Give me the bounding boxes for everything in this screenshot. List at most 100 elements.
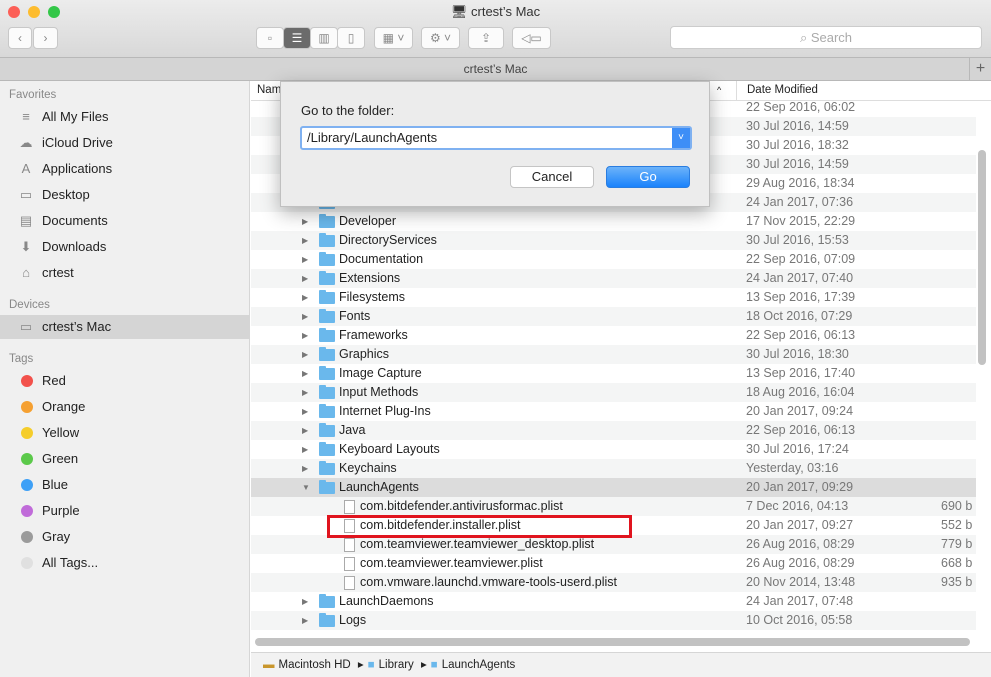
sidebar-item-desktop[interactable]: ▭ Desktop — [0, 183, 250, 207]
folder-icon — [319, 271, 335, 285]
sidebar-item-icloud-drive[interactable]: ☁ iCloud Drive — [0, 131, 250, 155]
folder-row[interactable]: ▶ Documentation 22 Sep 2016, 07:09 — [251, 250, 976, 269]
folder-row[interactable]: ▶ Internet Plug-Ins 20 Jan 2017, 09:24 — [251, 402, 976, 421]
row-date: Yesterday, 03:16 — [746, 461, 839, 475]
disclosure-closed-icon[interactable]: ▶ — [302, 421, 308, 440]
folder-path-input[interactable]: /Library/LaunchAgents ˅ — [300, 126, 692, 150]
folder-row[interactable]: ▶ Keyboard Layouts 30 Jul 2016, 17:24 — [251, 440, 976, 459]
action-gear-button[interactable]: ⚙ ˅ — [421, 27, 460, 49]
sidebar-item-applications[interactable]: A Applications — [0, 157, 250, 181]
disclosure-closed-icon[interactable]: ▶ — [302, 326, 308, 345]
disclosure-closed-icon[interactable]: ▶ — [302, 402, 308, 421]
row-date: 22 Sep 2016, 07:09 — [746, 252, 856, 266]
forward-button[interactable]: › — [33, 27, 58, 49]
sidebar-item-label: Documents — [42, 213, 108, 228]
row-date: 30 Jul 2016, 18:30 — [746, 347, 849, 361]
icon-view-button[interactable]: ▫ — [256, 27, 284, 49]
row-name: Filesystems — [339, 290, 405, 304]
disk-icon: ▬ — [263, 659, 275, 671]
disclosure-closed-icon[interactable]: ▶ — [302, 383, 308, 402]
folder-row[interactable]: ▼ LaunchAgents 20 Jan 2017, 09:29 — [251, 478, 976, 497]
sidebar-item-all-my-files[interactable]: ≡ All My Files — [0, 105, 250, 129]
horizontal-scrollbar[interactable] — [255, 638, 970, 646]
sidebar-item-gray[interactable]: Gray — [0, 525, 250, 549]
row-date: 17 Nov 2015, 22:29 — [746, 214, 856, 228]
tag-button[interactable]: ◁▭ — [512, 27, 551, 49]
file-row[interactable]: com.teamviewer.teamviewer.plist 26 Aug 20… — [251, 554, 976, 573]
disclosure-closed-icon[interactable]: ▶ — [302, 212, 308, 231]
sidebar-item-orange[interactable]: Orange — [0, 395, 250, 419]
folder-icon — [319, 309, 335, 323]
go-button[interactable]: Go — [606, 166, 690, 188]
disclosure-closed-icon[interactable]: ▶ — [302, 307, 308, 326]
sidebar-item-downloads[interactable]: ⬇ Downloads — [0, 235, 250, 259]
folder-row[interactable]: ▶ Fonts 18 Oct 2016, 07:29 — [251, 307, 976, 326]
list-view-button[interactable]: ☰ — [283, 27, 311, 49]
search-input[interactable]: ⌕ Search — [670, 26, 982, 49]
path-macintosh-hd[interactable]: Macintosh HD — [279, 659, 351, 671]
disclosure-closed-icon[interactable]: ▶ — [302, 269, 308, 288]
folder-row[interactable]: ▶ Java 22 Sep 2016, 06:13 — [251, 421, 976, 440]
sidebar-item-red[interactable]: Red — [0, 369, 250, 393]
chevron-down-icon[interactable]: ˅ — [672, 128, 690, 148]
sidebar-item-label: Applications — [42, 161, 113, 176]
highlight-box — [327, 515, 632, 538]
sidebar-item-label: Desktop — [42, 187, 90, 202]
row-date: 13 Sep 2016, 17:39 — [746, 290, 856, 304]
disclosure-closed-icon[interactable]: ▶ — [302, 440, 308, 459]
path-launchagents[interactable]: LaunchAgents — [442, 659, 516, 671]
sidebar-icon: ⌂ — [22, 265, 30, 280]
path-library[interactable]: Library — [379, 659, 414, 671]
sidebar-item-green[interactable]: Green — [0, 447, 250, 471]
sidebar-item-crtest-s-mac[interactable]: ▭ crtest’s Mac — [0, 315, 250, 339]
sidebar-item-crtest[interactable]: ⌂ crtest — [0, 261, 250, 285]
sidebar-item-all-tags[interactable]: All Tags... — [0, 551, 250, 575]
sidebar-item-purple[interactable]: Purple — [0, 499, 250, 523]
disclosure-closed-icon[interactable]: ▶ — [302, 592, 308, 611]
row-name: Java — [339, 423, 366, 437]
file-row[interactable]: com.bitdefender.antivirusformac.plist 7 D… — [251, 497, 976, 516]
disclosure-open-icon[interactable]: ▼ — [302, 478, 310, 497]
folder-row[interactable]: ▶ LaunchDaemons 24 Jan 2017, 07:48 — [251, 592, 976, 611]
sidebar-item-documents[interactable]: ▤ Documents — [0, 209, 250, 233]
folder-icon: ■ — [430, 659, 438, 671]
cancel-button[interactable]: Cancel — [510, 166, 594, 188]
folder-row[interactable]: ▶ DirectoryServices 30 Jul 2016, 15:53 — [251, 231, 976, 250]
sidebar-item-label: Blue — [42, 477, 69, 492]
sidebar-item-blue[interactable]: Blue — [0, 473, 250, 497]
tab-crtest-mac[interactable]: crtest’s Mac — [464, 62, 528, 76]
coverflow-view-button[interactable]: ▯ — [337, 27, 365, 49]
folder-row[interactable]: ▶ Input Methods 18 Aug 2016, 16:04 — [251, 383, 976, 402]
tag-color-icon — [21, 505, 33, 517]
disclosure-closed-icon[interactable]: ▶ — [302, 459, 308, 478]
folder-row[interactable]: ▶ Image Capture 13 Sep 2016, 17:40 — [251, 364, 976, 383]
folder-row[interactable]: ▶ Graphics 30 Jul 2016, 18:30 — [251, 345, 976, 364]
disclosure-closed-icon[interactable]: ▶ — [302, 364, 308, 383]
sidebar-icon: ⬇ — [20, 239, 32, 254]
devices-header: Devices — [9, 299, 50, 311]
disclosure-closed-icon[interactable]: ▶ — [302, 345, 308, 364]
row-name: Logs — [339, 613, 367, 627]
disclosure-closed-icon[interactable]: ▶ — [302, 250, 308, 269]
folder-row[interactable]: ▶ Filesystems 13 Sep 2016, 17:39 — [251, 288, 976, 307]
new-tab-button[interactable]: + — [969, 58, 991, 80]
column-view-button[interactable]: ▥ — [310, 27, 338, 49]
folder-row[interactable]: ▶ Logs 10 Oct 2016, 05:58 — [251, 611, 976, 630]
share-button[interactable]: ⇪ — [468, 27, 504, 49]
folder-row[interactable]: ▶ Frameworks 22 Sep 2016, 06:13 — [251, 326, 976, 345]
arrange-button[interactable]: ▦ ˅ — [374, 27, 413, 49]
folder-row[interactable]: ▶ Keychains Yesterday, 03:16 — [251, 459, 976, 478]
row-date: 30 Jul 2016, 18:32 — [746, 138, 849, 152]
folder-row[interactable]: ▶ Developer 17 Nov 2015, 22:29 — [251, 212, 976, 231]
vertical-scrollbar[interactable] — [978, 150, 986, 365]
folder-row[interactable]: ▶ Extensions 24 Jan 2017, 07:40 — [251, 269, 976, 288]
back-button[interactable]: ‹ — [8, 27, 32, 49]
row-date: 20 Jan 2017, 09:24 — [746, 404, 854, 418]
disclosure-closed-icon[interactable]: ▶ — [302, 611, 308, 630]
file-row[interactable]: com.vmware.launchd.vmware-tools-userd.pl… — [251, 573, 976, 592]
sidebar-item-yellow[interactable]: Yellow — [0, 421, 250, 445]
row-name: Keyboard Layouts — [339, 442, 440, 456]
disclosure-closed-icon[interactable]: ▶ — [302, 231, 308, 250]
disclosure-closed-icon[interactable]: ▶ — [302, 288, 308, 307]
tag-color-icon — [21, 427, 33, 439]
